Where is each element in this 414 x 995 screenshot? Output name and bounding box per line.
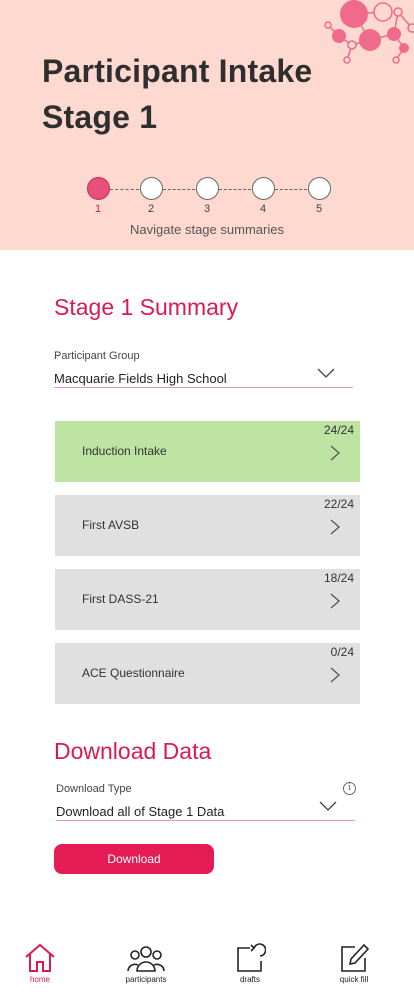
nav-item-home[interactable]: home (0, 935, 80, 984)
card-count: 18/24 (323, 571, 354, 585)
nav-label: quick fill (339, 975, 369, 984)
chevron-right-icon[interactable] (330, 593, 340, 609)
nav-item-drafts[interactable]: drafts (210, 935, 290, 984)
card-label: First AVSB (82, 518, 140, 532)
info-icon[interactable]: i (343, 782, 356, 795)
card-count: 22/24 (323, 497, 354, 511)
stage-step-5[interactable]: 5 (307, 177, 331, 215)
card-count: 24/24 (323, 423, 354, 437)
step-number: 2 (147, 203, 155, 215)
card-label: ACE Questionnaire (82, 666, 185, 680)
step-connector (219, 189, 251, 190)
stage-step-4[interactable]: 4 (251, 177, 275, 215)
step-number: 1 (94, 203, 102, 215)
home-icon[interactable] (24, 943, 56, 973)
nav-item-quick-fill[interactable]: quick fill (314, 935, 394, 984)
download-type-label: Download Type (56, 783, 132, 795)
header: Participant Intake Stage 1 1 2 3 4 5 Nav… (0, 0, 414, 250)
page-title: Participant Intake Stage 1 (42, 48, 312, 140)
download-title: Download Data (54, 738, 212, 764)
stage-stepper: 1 2 3 4 5 Navigate stage summaries (0, 177, 414, 237)
field-underline (54, 387, 353, 388)
download-button[interactable]: Download (54, 844, 214, 874)
step-connector (110, 189, 139, 190)
step-dot[interactable] (307, 177, 331, 200)
stage-step-3[interactable]: 3 (195, 177, 219, 215)
step-number: 4 (259, 203, 267, 215)
chevron-right-icon[interactable] (330, 667, 340, 683)
stage-card-first-avsb[interactable]: 22/24 First AVSB (55, 495, 360, 556)
step-number: 3 (203, 203, 211, 215)
step-number: 5 (315, 203, 323, 215)
step-dot[interactable] (139, 177, 163, 200)
download-type-select[interactable]: Download all of Stage 1 Data (56, 804, 224, 819)
participants-icon[interactable] (126, 943, 166, 973)
bottom-nav: home participants drafts quick fill (0, 935, 414, 995)
stage-card-first-dass21[interactable]: 18/24 First DASS-21 (55, 569, 360, 630)
stepper-caption: Navigate stage summaries (130, 222, 284, 237)
step-dot[interactable] (195, 177, 219, 200)
nav-label: participants (125, 975, 167, 984)
card-label: First DASS-21 (82, 592, 159, 606)
chevron-down-icon[interactable] (317, 368, 335, 378)
card-label: Induction Intake (82, 444, 167, 458)
step-connector (163, 189, 195, 190)
page-title-line1: Participant Intake (42, 53, 313, 89)
chevron-right-icon[interactable] (330, 445, 340, 461)
stage-step-2[interactable]: 2 (139, 177, 163, 215)
quick-fill-icon[interactable] (338, 943, 370, 973)
stage-card-induction-intake[interactable]: 24/24 Induction Intake (55, 421, 360, 482)
nav-label: home (29, 975, 50, 984)
molecule-decoration-icon (324, 0, 414, 64)
step-dot[interactable] (86, 177, 110, 200)
step-connector (275, 189, 307, 190)
participant-group-label: Participant Group (54, 350, 140, 362)
summary-title: Stage 1 Summary (54, 294, 239, 320)
participant-group-select[interactable]: Macquarie Fields High School (54, 371, 227, 386)
chevron-right-icon[interactable] (330, 519, 340, 535)
stage-step-1[interactable]: 1 (86, 177, 110, 215)
nav-item-participants[interactable]: participants (106, 935, 186, 984)
drafts-icon[interactable] (234, 943, 266, 973)
stage-card-ace-questionnaire[interactable]: 0/24 ACE Questionnaire (55, 643, 360, 704)
card-count: 0/24 (330, 645, 354, 659)
chevron-down-icon[interactable] (319, 801, 337, 811)
field-underline (56, 820, 355, 821)
step-dot[interactable] (251, 177, 275, 200)
nav-label: drafts (239, 975, 260, 984)
page-title-line2: Stage 1 (42, 99, 158, 135)
